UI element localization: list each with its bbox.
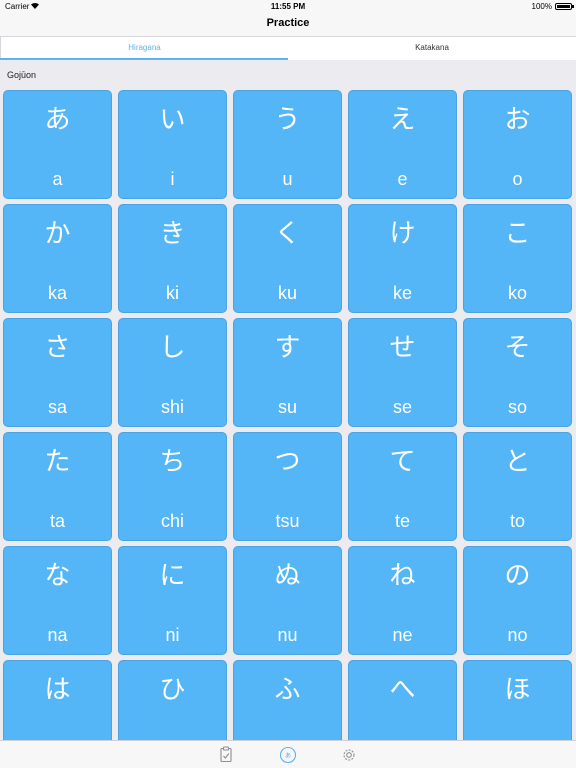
kana-tile[interactable]: た ta (3, 432, 112, 541)
kana-character: え (389, 105, 416, 135)
kana-character: に (159, 561, 186, 591)
kana-character: ぬ (274, 561, 301, 591)
romaji-label: ki (166, 283, 179, 303)
romaji-label: ni (165, 625, 180, 645)
kana-tile[interactable]: うu (233, 90, 342, 199)
kana-character: の (504, 561, 531, 591)
romaji-label: i (170, 169, 175, 189)
active-tab-indicator (0, 58, 288, 60)
romaji-label: sa (47, 397, 67, 417)
kana-tile[interactable]: ぬ nu (233, 546, 342, 655)
status-bar: Carrier 11:55 PM 100% (0, 0, 576, 14)
romaji-label: chi (160, 511, 184, 531)
romaji-label: na (47, 625, 68, 645)
romaji-label: shi (160, 397, 184, 417)
page-title: Practice (266, 17, 310, 29)
kana-character: つ (274, 447, 301, 477)
clipboard-icon[interactable] (216, 745, 236, 765)
kana-tile[interactable]: き ki (118, 204, 227, 313)
kana-character: か (44, 219, 71, 249)
kana-character: く (274, 219, 301, 249)
kana-character: は (44, 675, 71, 705)
kana-character: た (44, 447, 71, 477)
svg-text:あ: あ (285, 752, 291, 759)
romaji-label: ne (392, 625, 413, 645)
battery-icon (555, 3, 572, 10)
kana-character: き (159, 219, 186, 249)
kana-tile[interactable]: ち chi (118, 432, 227, 541)
kana-tile[interactable]: に ni (118, 546, 227, 655)
romaji-label: u (282, 169, 293, 189)
kana-tile[interactable]: の no (463, 546, 572, 655)
kana-tile[interactable]: な na (3, 546, 112, 655)
kana-tile[interactable]: く ku (233, 204, 342, 313)
kana-tile[interactable]: おo (463, 90, 572, 199)
romaji-label: te (394, 511, 410, 531)
practice-icon[interactable]: あ (278, 745, 298, 765)
kana-character: う (274, 105, 301, 135)
kana-character: て (389, 447, 416, 477)
kana-character: あ (44, 105, 71, 135)
battery-percentage: 100% (531, 2, 552, 11)
kana-character: そ (504, 333, 531, 363)
romaji-label: e (397, 169, 408, 189)
segmented-tabs: Hiragana Katakana (0, 36, 576, 60)
romaji-label: a (52, 169, 63, 189)
romaji-label: no (507, 625, 528, 645)
kana-character: け (389, 219, 416, 249)
kana-character: ひ (159, 675, 186, 705)
romaji-label: su (277, 397, 297, 417)
kana-tile[interactable]: ね ne (348, 546, 457, 655)
kana-character: ね (389, 561, 416, 591)
kana-tile[interactable]: いi (118, 90, 227, 199)
romaji-label: ka (47, 283, 67, 303)
kana-character: い (159, 105, 186, 135)
kana-character: す (274, 333, 301, 363)
kana-tile[interactable]: け ke (348, 204, 457, 313)
kana-tile[interactable]: つ tsu (233, 432, 342, 541)
kana-tile[interactable]: さ sa (3, 318, 112, 427)
romaji-label: so (507, 397, 527, 417)
section-title: Gojūon (7, 70, 37, 80)
battery-tip (572, 5, 574, 8)
kana-tile[interactable]: そ so (463, 318, 572, 427)
tab-katakana[interactable]: Katakana (288, 37, 576, 60)
romaji-label: ta (49, 511, 65, 531)
kana-tile[interactable]: せ se (348, 318, 457, 427)
status-time: 11:55 PM (270, 2, 306, 11)
romaji-label: tsu (275, 511, 300, 531)
romaji-label: nu (277, 625, 298, 645)
kana-tile[interactable]: か ka (3, 204, 112, 313)
romaji-label: ke (392, 283, 412, 303)
kana-character: へ (389, 675, 416, 705)
kana-character: こ (504, 219, 531, 249)
kana-tile[interactable]: あa (3, 90, 112, 199)
kana-character: と (504, 447, 531, 477)
kana-character: お (504, 105, 531, 135)
kana-tile[interactable]: と to (463, 432, 572, 541)
kana-character: ち (159, 447, 186, 477)
kana-tile[interactable]: て te (348, 432, 457, 541)
kana-tile[interactable]: す su (233, 318, 342, 427)
kana-tile[interactable]: こ ko (463, 204, 572, 313)
navigation-bar: Practice (0, 14, 576, 36)
kana-character: し (159, 333, 186, 363)
romaji-label: o (512, 169, 523, 189)
kana-character: な (44, 561, 71, 591)
kana-tile[interactable]: し shi (118, 318, 227, 427)
kana-character: ふ (274, 675, 301, 705)
kana-tile[interactable]: えe (348, 90, 457, 199)
romaji-label: se (392, 397, 412, 417)
romaji-label: ko (507, 283, 527, 303)
gear-icon[interactable] (339, 745, 359, 765)
kana-character: せ (389, 333, 416, 363)
bottom-tab-bar: あ (0, 740, 576, 768)
tab-hiragana[interactable]: Hiragana (0, 37, 288, 60)
kana-character: ほ (504, 675, 531, 705)
romaji-label: to (509, 511, 525, 531)
kana-character: さ (44, 333, 71, 363)
romaji-label: ku (277, 283, 297, 303)
